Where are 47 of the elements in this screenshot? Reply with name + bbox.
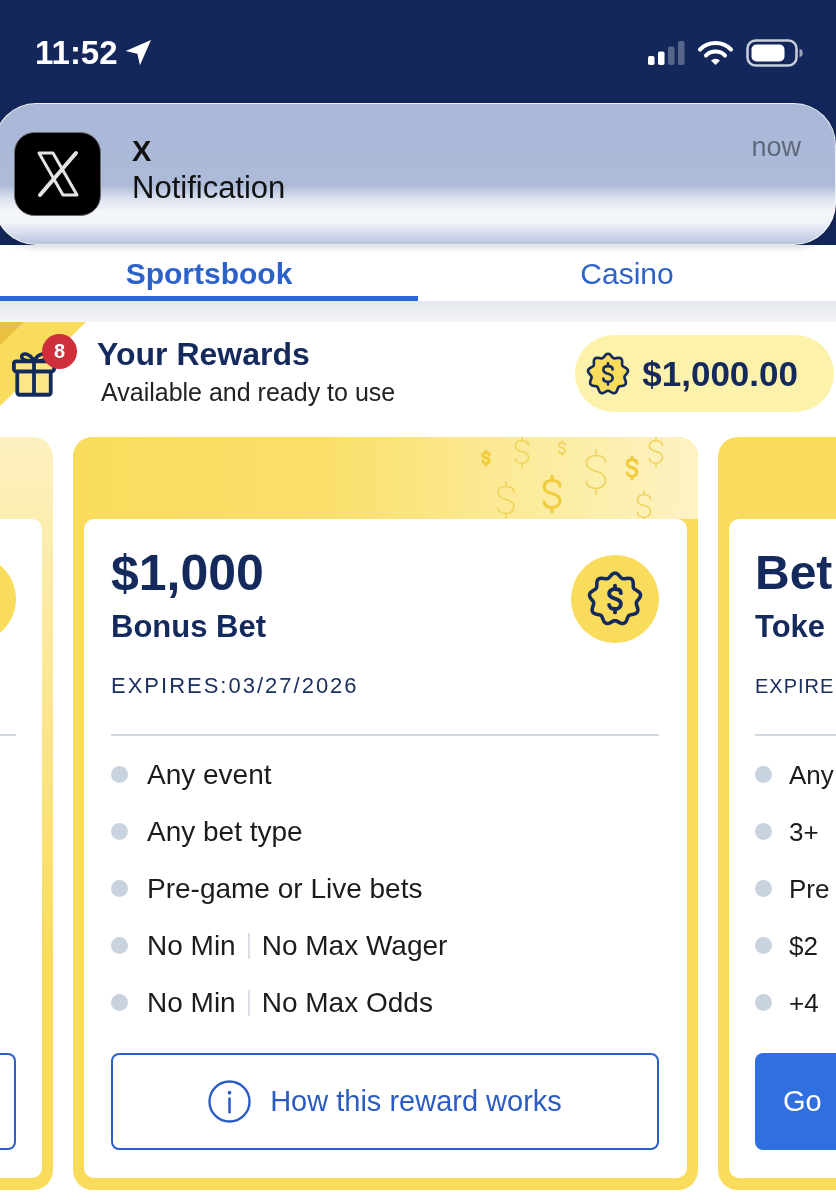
bullet-icon	[111, 880, 128, 897]
notification-title: X	[132, 134, 153, 169]
feature-text: Pre-game or Live bets	[147, 871, 423, 906]
notification-time: now	[751, 131, 801, 163]
coin-icon	[586, 351, 631, 396]
bullet-icon	[755, 823, 772, 840]
outline-button[interactable]	[0, 1053, 16, 1150]
info-icon	[208, 1080, 252, 1123]
feature-text: Any event	[147, 757, 272, 792]
feature-text: No Max Wager	[261, 928, 448, 963]
bullet-icon	[111, 823, 128, 840]
reward-amount: Bet	[755, 545, 833, 601]
wifi-icon	[697, 40, 734, 66]
bullet-icon	[755, 937, 772, 954]
status-time: 11:52	[35, 33, 118, 73]
bullet-icon	[111, 994, 128, 1011]
reward-info-button[interactable]: How this reward works	[111, 1053, 659, 1150]
reward-type: Toke	[755, 608, 827, 646]
feature-text: Pre	[789, 872, 830, 906]
feature-text: $2	[789, 929, 818, 963]
notification-banner[interactable]: X Notification now	[0, 103, 836, 245]
bullet-icon	[111, 937, 128, 954]
feature-text: Any bet type	[147, 814, 303, 849]
bullet-icon	[111, 766, 128, 783]
feature-text: +4	[789, 986, 819, 1020]
expiry-date: EXPIRE	[755, 674, 836, 699]
bullet-icon	[755, 880, 772, 897]
feature-text: Any	[789, 758, 834, 792]
rewards-title: Your Rewards	[97, 335, 311, 373]
location-arrow-icon	[124, 40, 151, 66]
bullet-icon	[755, 994, 772, 1011]
battery-icon	[746, 39, 803, 67]
feature-text: No Min	[147, 928, 236, 963]
feature-text: No Max Odds	[261, 985, 433, 1020]
feature-text: No Min	[147, 985, 236, 1020]
rewards-subtitle: Available and ready to use	[101, 378, 396, 406]
feature-text: 3+	[789, 815, 819, 849]
notification-message: Notification	[132, 169, 286, 207]
action-button[interactable]: Go	[755, 1053, 836, 1150]
app-icon	[14, 132, 101, 216]
reward-amount: $1,000	[111, 544, 265, 603]
expiry-date: EXPIRES:03/27/2026	[111, 672, 360, 700]
signal-icon	[648, 41, 685, 65]
reward-type: Bonus Bet	[111, 608, 266, 646]
tab[interactable]: Casino	[418, 245, 836, 301]
bullet-icon	[755, 766, 772, 783]
balance-amount: $1,000.00	[642, 353, 798, 394]
